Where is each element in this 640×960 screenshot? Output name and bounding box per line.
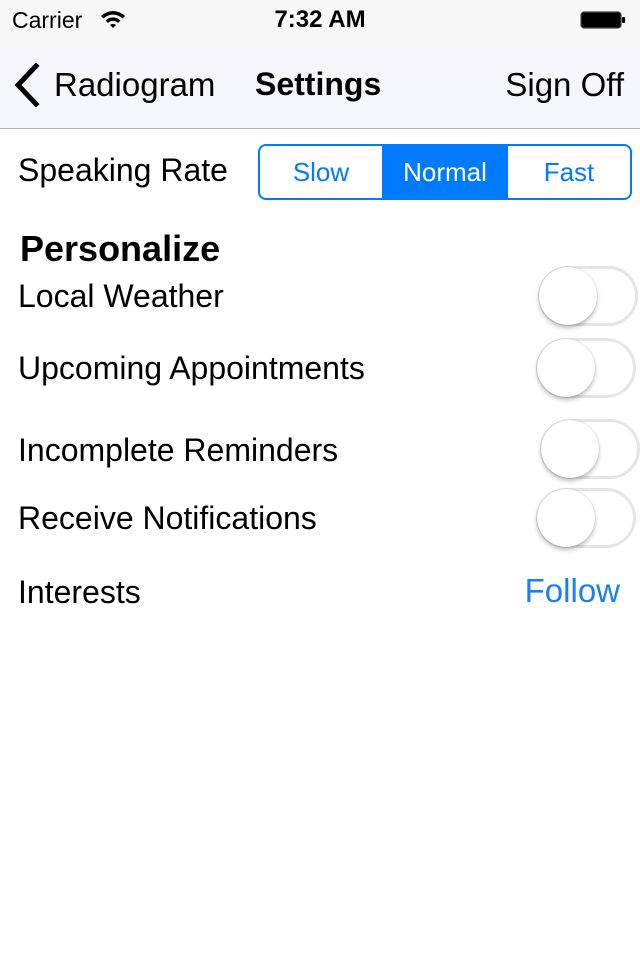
incomplete-reminders-toggle[interactable] <box>540 419 640 479</box>
chevron-left-icon <box>14 63 40 107</box>
back-button[interactable]: Radiogram <box>14 62 215 108</box>
toggle-knob <box>537 339 595 397</box>
toggle-knob <box>537 489 595 547</box>
local-weather-label: Local Weather <box>18 278 224 314</box>
back-label: Radiogram <box>54 66 216 103</box>
toggle-knob <box>539 267 597 325</box>
receive-notifications-toggle[interactable] <box>536 488 636 548</box>
local-weather-toggle[interactable] <box>538 266 638 326</box>
receive-notifications-label: Receive Notifications <box>18 500 317 536</box>
toggle-knob <box>541 420 599 478</box>
incomplete-reminders-label: Incomplete Reminders <box>18 432 339 468</box>
page-title: Settings <box>255 66 382 102</box>
interests-label: Interests <box>18 574 141 610</box>
clock: 7:32 AM <box>274 6 366 33</box>
speaking-rate-segmented-control: Slow Normal Fast <box>258 144 632 200</box>
segment-fast[interactable]: Fast <box>506 146 630 198</box>
follow-button[interactable]: Follow <box>525 572 620 610</box>
battery-icon <box>580 11 625 29</box>
segment-normal[interactable]: Normal <box>382 146 506 198</box>
section-title-personalize: Personalize <box>20 228 221 269</box>
segment-slow[interactable]: Slow <box>260 146 382 198</box>
speaking-rate-label: Speaking Rate <box>18 152 228 188</box>
sign-off-button[interactable]: Sign Off <box>505 66 624 104</box>
upcoming-appointments-toggle[interactable] <box>536 338 636 398</box>
upcoming-appointments-label: Upcoming Appointments <box>18 350 365 386</box>
navigation-bar: Radiogram Settings Sign Off <box>0 40 640 129</box>
status-bar: Carrier 7:32 AM <box>0 0 640 40</box>
